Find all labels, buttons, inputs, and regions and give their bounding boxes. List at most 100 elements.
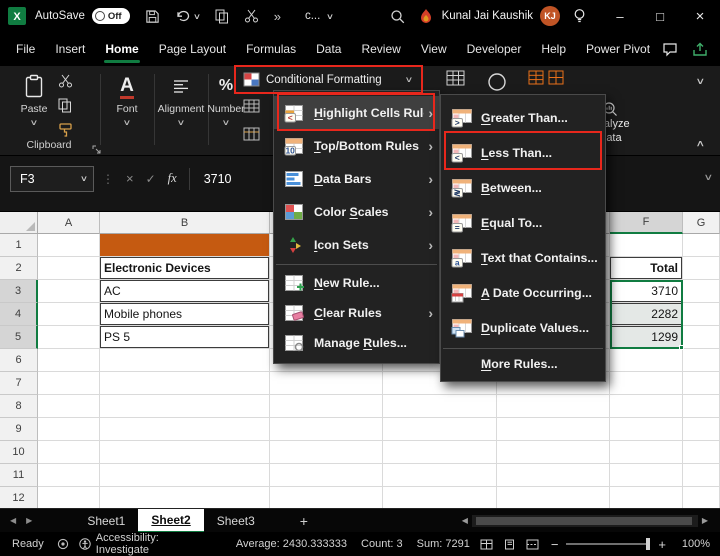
menu-item-clear-rules[interactable]: Clear Rules›: [274, 298, 439, 328]
row-header-2[interactable]: 2: [0, 257, 38, 280]
menu-tab-home[interactable]: Home: [95, 32, 148, 66]
cell-C10[interactable]: [270, 441, 383, 464]
select-all-corner[interactable]: [0, 212, 38, 234]
lightbulb-icon[interactable]: [573, 8, 586, 24]
cell-G7[interactable]: [683, 372, 720, 395]
cell-B10[interactable]: [100, 441, 270, 464]
cell-E8[interactable]: [497, 395, 610, 418]
menu-tab-help[interactable]: Help: [531, 32, 576, 66]
cell-A1[interactable]: [38, 234, 100, 257]
font-group-button[interactable]: A Font ∨: [102, 72, 152, 152]
cell-F4[interactable]: 2282: [610, 303, 683, 326]
fill-handle[interactable]: [679, 345, 684, 350]
row-header-9[interactable]: 9: [0, 418, 38, 441]
column-header-a[interactable]: A: [38, 212, 100, 234]
cell-B12[interactable]: [100, 487, 270, 508]
menu-tab-formulas[interactable]: Formulas: [236, 32, 306, 66]
cell-E10[interactable]: [497, 441, 610, 464]
cell-E12[interactable]: [497, 487, 610, 508]
shape-circle-icon[interactable]: [487, 72, 507, 92]
cell-G11[interactable]: [683, 464, 720, 487]
zoom-out-button[interactable]: −: [551, 537, 559, 552]
cell-B8[interactable]: [100, 395, 270, 418]
undo-icon[interactable]: [175, 9, 191, 23]
menu-item-highlight-cells-rules[interactable]: <Highlight Cells Rules›: [274, 96, 439, 129]
alignment-group-button[interactable]: Alignment ∨: [156, 72, 206, 152]
excel-app-icon[interactable]: X: [8, 7, 26, 25]
page-layout-view-icon[interactable]: [503, 539, 516, 550]
cell-F2[interactable]: Total: [610, 257, 683, 280]
cell-C7[interactable]: [270, 372, 383, 395]
cut-icon[interactable]: [244, 9, 259, 23]
enter-icon[interactable]: ✓: [146, 172, 156, 186]
cell-F1[interactable]: [610, 234, 683, 257]
cell-G1[interactable]: [683, 234, 720, 257]
paste-dropdown-chevron-icon[interactable]: ∨: [30, 118, 39, 127]
alignment-chevron-icon[interactable]: ∨: [177, 118, 186, 127]
row-header-5[interactable]: 5: [0, 326, 38, 349]
copy-ribbon-icon[interactable]: [58, 98, 72, 113]
menu-tab-insert[interactable]: Insert: [45, 32, 95, 66]
font-chevron-icon[interactable]: ∨: [123, 118, 132, 127]
normal-view-icon[interactable]: [480, 539, 493, 550]
cell-G6[interactable]: [683, 349, 720, 372]
menu-item-duplicate-values[interactable]: Duplicate Values...: [441, 310, 605, 345]
row-header-8[interactable]: 8: [0, 395, 38, 418]
cell-A9[interactable]: [38, 418, 100, 441]
row-header-3[interactable]: 3: [0, 280, 38, 303]
cell-A7[interactable]: [38, 372, 100, 395]
cell-C9[interactable]: [270, 418, 383, 441]
conditional-formatting-button[interactable]: Conditional Formatting ∨: [237, 68, 418, 91]
row-header-12[interactable]: 12: [0, 487, 38, 508]
menu-item-more-rules[interactable]: More Rules...: [441, 352, 605, 376]
cell-A6[interactable]: [38, 349, 100, 372]
name-box-chevron-icon[interactable]: ∨: [80, 174, 88, 183]
menu-tab-file[interactable]: File: [6, 32, 45, 66]
menu-tab-page-layout[interactable]: Page Layout: [149, 32, 236, 66]
scroll-right-icon[interactable]: ▶: [702, 516, 708, 525]
cell-F12[interactable]: [610, 487, 683, 508]
cell-E9[interactable]: [497, 418, 610, 441]
page-break-view-icon[interactable]: [526, 539, 539, 550]
scroll-left-icon[interactable]: ◀: [462, 516, 468, 525]
menu-item-greater-than[interactable]: >Greater Than...: [441, 100, 605, 135]
cell-G2[interactable]: [683, 257, 720, 280]
zoom-slider-thumb[interactable]: [646, 538, 650, 550]
cell-G8[interactable]: [683, 395, 720, 418]
cell-A5[interactable]: [38, 326, 100, 349]
insert-function-button[interactable]: fx: [168, 171, 177, 186]
undo-dropdown-chevron-icon[interactable]: ∨: [193, 12, 201, 21]
zoom-slider[interactable]: [566, 543, 650, 545]
cell-B5[interactable]: PS 5: [100, 326, 270, 349]
cell-G5[interactable]: [683, 326, 720, 349]
cell-F3[interactable]: 3710: [610, 280, 683, 303]
cell-C12[interactable]: [270, 487, 383, 508]
cells-format-icon[interactable]: [548, 70, 564, 85]
cell-G9[interactable]: [683, 418, 720, 441]
number-chevron-icon[interactable]: ∨: [222, 118, 231, 127]
formula-bar-expand-chevron-icon[interactable]: ∨: [704, 172, 714, 183]
menu-item-between[interactable]: ≷Between...: [441, 170, 605, 205]
formula-bar-drag-handle[interactable]: ⋮: [102, 172, 114, 186]
menu-item-manage-rules[interactable]: Manage Rules...: [274, 328, 439, 358]
zoom-in-button[interactable]: +: [658, 537, 666, 552]
menu-tab-power-pivot[interactable]: Power Pivot: [576, 32, 660, 66]
column-header-b[interactable]: B: [100, 212, 270, 234]
horizontal-scrollbar[interactable]: ◀ ▶: [458, 515, 712, 527]
quick-access-item[interactable]: c... ∨: [305, 10, 333, 22]
menu-item-text-that-contains[interactable]: aText that Contains...: [441, 240, 605, 275]
cell-G3[interactable]: [683, 280, 720, 303]
cell-F10[interactable]: [610, 441, 683, 464]
cell-B11[interactable]: [100, 464, 270, 487]
cell-F8[interactable]: [610, 395, 683, 418]
cell-G4[interactable]: [683, 303, 720, 326]
row-header-6[interactable]: 6: [0, 349, 38, 372]
cell-A2[interactable]: [38, 257, 100, 280]
menu-tab-view[interactable]: View: [411, 32, 457, 66]
formula-input[interactable]: 3710: [204, 172, 232, 186]
format-painter-icon[interactable]: [58, 122, 73, 137]
cell-F9[interactable]: [610, 418, 683, 441]
cell-G10[interactable]: [683, 441, 720, 464]
maximize-button[interactable]: □: [640, 0, 680, 32]
zoom-level[interactable]: 100%: [676, 538, 710, 550]
